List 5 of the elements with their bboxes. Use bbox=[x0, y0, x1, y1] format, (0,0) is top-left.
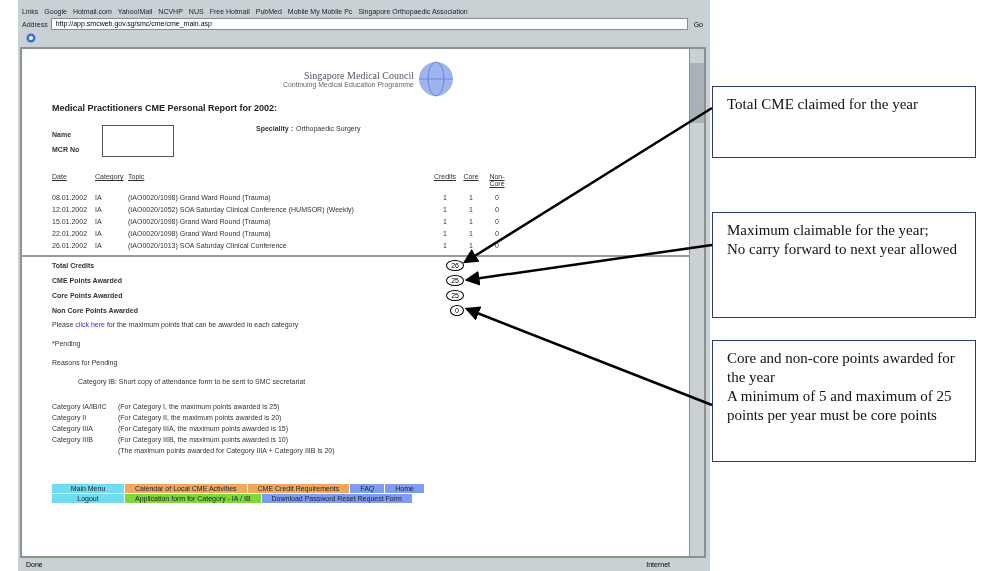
callout-box: Core and non-core points awarded for the year A minimum of 5 and maximum of 25 points per year must be core points bbox=[712, 340, 976, 462]
organization-name: Singapore Medical Council bbox=[304, 70, 414, 81]
callout-box: Total CME claimed for the year bbox=[712, 86, 976, 158]
report-title: Medical Practitioners CME Personal Report for 2002: bbox=[52, 103, 279, 113]
callout-box: Maximum claimable for the year; No carry forward to next year allowed bbox=[712, 212, 976, 318]
